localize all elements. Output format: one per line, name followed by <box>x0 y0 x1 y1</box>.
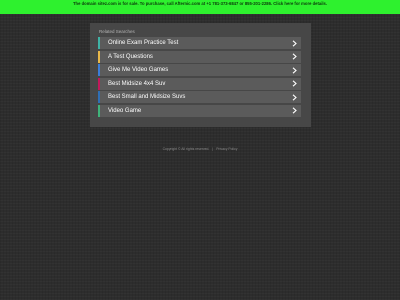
banner-text[interactable]: The domain sitez.com is for sale. To pur… <box>73 1 327 6</box>
chevron-right-icon <box>288 105 300 117</box>
related-search-item[interactable]: Best Midsize 4x4 Suv <box>98 77 301 90</box>
related-search-item[interactable]: Video Game <box>98 104 301 117</box>
accent-bar <box>98 64 100 77</box>
panel-title: Related Searches <box>99 29 135 34</box>
related-search-label: Best Midsize 4x4 Suv <box>108 80 166 87</box>
accent-bar <box>98 91 100 104</box>
accent-bar <box>98 104 100 117</box>
related-search-label: Best Small and Midsize Suvs <box>108 94 186 101</box>
chevron-right-icon <box>288 64 300 76</box>
related-search-item[interactable]: Best Small and Midsize Suvs <box>98 91 301 104</box>
footer-separator: | <box>212 147 214 151</box>
related-search-label: A Test Questions <box>108 53 153 60</box>
footer: Copyright © All rights reserved. | Privacy… <box>0 147 400 152</box>
accent-bar <box>98 50 100 63</box>
related-searches-panel: Related Searches Online Exam Practice Te… <box>90 23 311 127</box>
related-searches-list: Online Exam Practice Test A Test Question… <box>98 37 301 119</box>
chevron-right-icon <box>288 78 300 90</box>
related-search-item[interactable]: A Test Questions <box>98 50 301 63</box>
chevron-right-icon <box>288 51 300 63</box>
privacy-policy-link[interactable]: Privacy Policy <box>216 147 237 151</box>
domain-sale-banner[interactable]: The domain sitez.com is for sale. To pur… <box>0 0 400 14</box>
related-search-label: Video Game <box>108 107 142 114</box>
related-search-label: Give Me Video Games <box>108 67 169 74</box>
related-search-item[interactable]: Online Exam Practice Test <box>98 37 301 49</box>
related-search-label: Online Exam Practice Test <box>108 40 179 46</box>
related-search-item[interactable]: Give Me Video Games <box>98 64 301 77</box>
copyright-text: Copyright © All rights reserved. <box>162 147 210 151</box>
chevron-right-icon <box>288 91 300 103</box>
accent-bar <box>98 77 100 90</box>
chevron-right-icon <box>288 37 300 49</box>
accent-bar <box>98 37 100 49</box>
